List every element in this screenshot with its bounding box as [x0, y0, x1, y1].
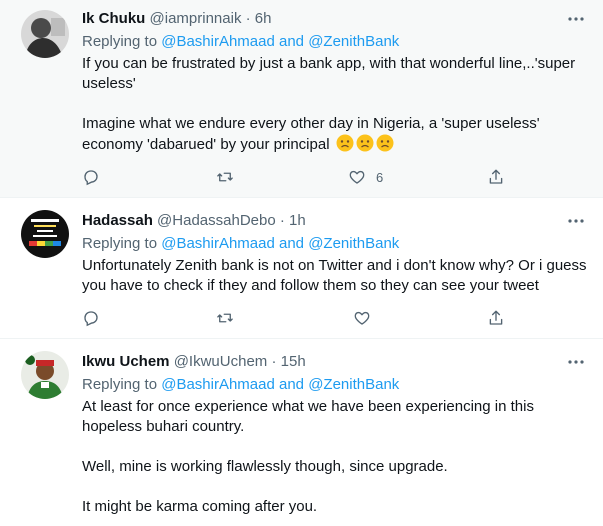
tweet-text: At least for once experience what we hav… [82, 397, 591, 517]
timestamp[interactable]: 1h [289, 212, 306, 229]
reply-icon [84, 311, 98, 327]
user-handle[interactable]: @IkwuUchem [174, 353, 268, 370]
avatar-photo [21, 210, 69, 258]
display-name[interactable]: Ik Chuku [82, 10, 145, 27]
replying-users-link[interactable]: @BashirAhmaad and @ZenithBank [161, 376, 399, 393]
user-handle[interactable]: @iamprinnaik [150, 10, 242, 27]
reply-icon [84, 170, 98, 186]
separator-dot: · [245, 10, 251, 27]
display-name[interactable]: Hadassah [82, 212, 153, 229]
tweet-text-line: Imagine what we endure every other day i… [82, 115, 540, 153]
retweet-button[interactable] [216, 308, 234, 328]
like-count: 6 [376, 169, 384, 185]
share-button[interactable] [487, 308, 505, 328]
avatar[interactable] [21, 10, 69, 58]
replying-users-link[interactable]: @BashirAhmaad and @ZenithBank [161, 235, 399, 252]
frowning-face-emoji-icon [356, 134, 374, 152]
retweet-button[interactable] [216, 167, 234, 187]
separator-dot: · [279, 212, 285, 229]
avatar-photo [21, 351, 69, 399]
replying-label: Replying to [82, 33, 158, 50]
tweet-text: Unfortunately Zenith bank is not on Twit… [82, 256, 591, 296]
avatar[interactable] [21, 210, 69, 258]
replying-label: Replying to [82, 376, 158, 393]
share-icon [489, 169, 503, 184]
tweet-actions: 6 [82, 167, 522, 187]
replying-label: Replying to [82, 235, 158, 252]
frowning-face-emoji-icon [336, 134, 354, 152]
tweet-text-line: If you can be frustrated by just a bank … [82, 55, 576, 92]
more-icon[interactable] [565, 9, 587, 29]
timestamp[interactable]: 15h [281, 353, 306, 370]
tweet-text-line: Well, mine is working flawlessly though,… [82, 458, 448, 475]
more-icon[interactable] [565, 211, 587, 231]
timestamp[interactable]: 6h [255, 10, 272, 27]
like-button[interactable]: 6 [348, 167, 383, 187]
heart-icon [354, 311, 370, 325]
avatar-photo [21, 10, 69, 58]
retweet-icon [217, 172, 233, 182]
tweet-hadassah[interactable]: Hadassah @HadassahDebo · 1h Replying to … [0, 198, 603, 339]
reply-button[interactable] [82, 167, 100, 187]
reply-button[interactable] [82, 308, 100, 328]
user-handle[interactable]: @HadassahDebo [157, 212, 276, 229]
tweet-text: If you can be frustrated by just a bank … [82, 54, 591, 155]
display-name[interactable]: Ikwu Uchem [82, 353, 170, 370]
tweet-ikwu-uchem[interactable]: Ikwu Uchem @IkwuUchem · 15h Replying to … [0, 339, 603, 526]
like-button[interactable] [353, 308, 371, 328]
replying-to: Replying to @BashirAhmaad and @ZenithBan… [82, 32, 591, 52]
tweet-header: Ik Chuku @iamprinnaik · 6h [82, 9, 591, 29]
separator-dot: · [271, 353, 277, 370]
share-icon [489, 310, 503, 325]
heart-icon [349, 170, 365, 184]
tweet-text-line: At least for once experience what we hav… [82, 398, 534, 435]
tweet-header: Ikwu Uchem @IkwuUchem · 15h [82, 352, 591, 372]
tweet-text-line: Unfortunately Zenith bank is not on Twit… [82, 257, 587, 294]
replying-users-link[interactable]: @BashirAhmaad and @ZenithBank [161, 33, 399, 50]
tweet-text-line: It might be karma coming after you. [82, 498, 318, 515]
avatar[interactable] [21, 351, 69, 399]
tweet-ik-chuku[interactable]: Ik Chuku @iamprinnaik · 6h Replying to @… [0, 0, 603, 198]
frowning-face-emoji-icon [376, 134, 394, 152]
replying-to: Replying to @BashirAhmaad and @ZenithBan… [82, 375, 591, 395]
tweet-actions [82, 308, 522, 328]
replying-to: Replying to @BashirAhmaad and @ZenithBan… [82, 234, 591, 254]
more-icon[interactable] [565, 352, 587, 372]
retweet-icon [217, 313, 233, 323]
tweet-header: Hadassah @HadassahDebo · 1h [82, 211, 591, 231]
share-button[interactable] [487, 167, 505, 187]
